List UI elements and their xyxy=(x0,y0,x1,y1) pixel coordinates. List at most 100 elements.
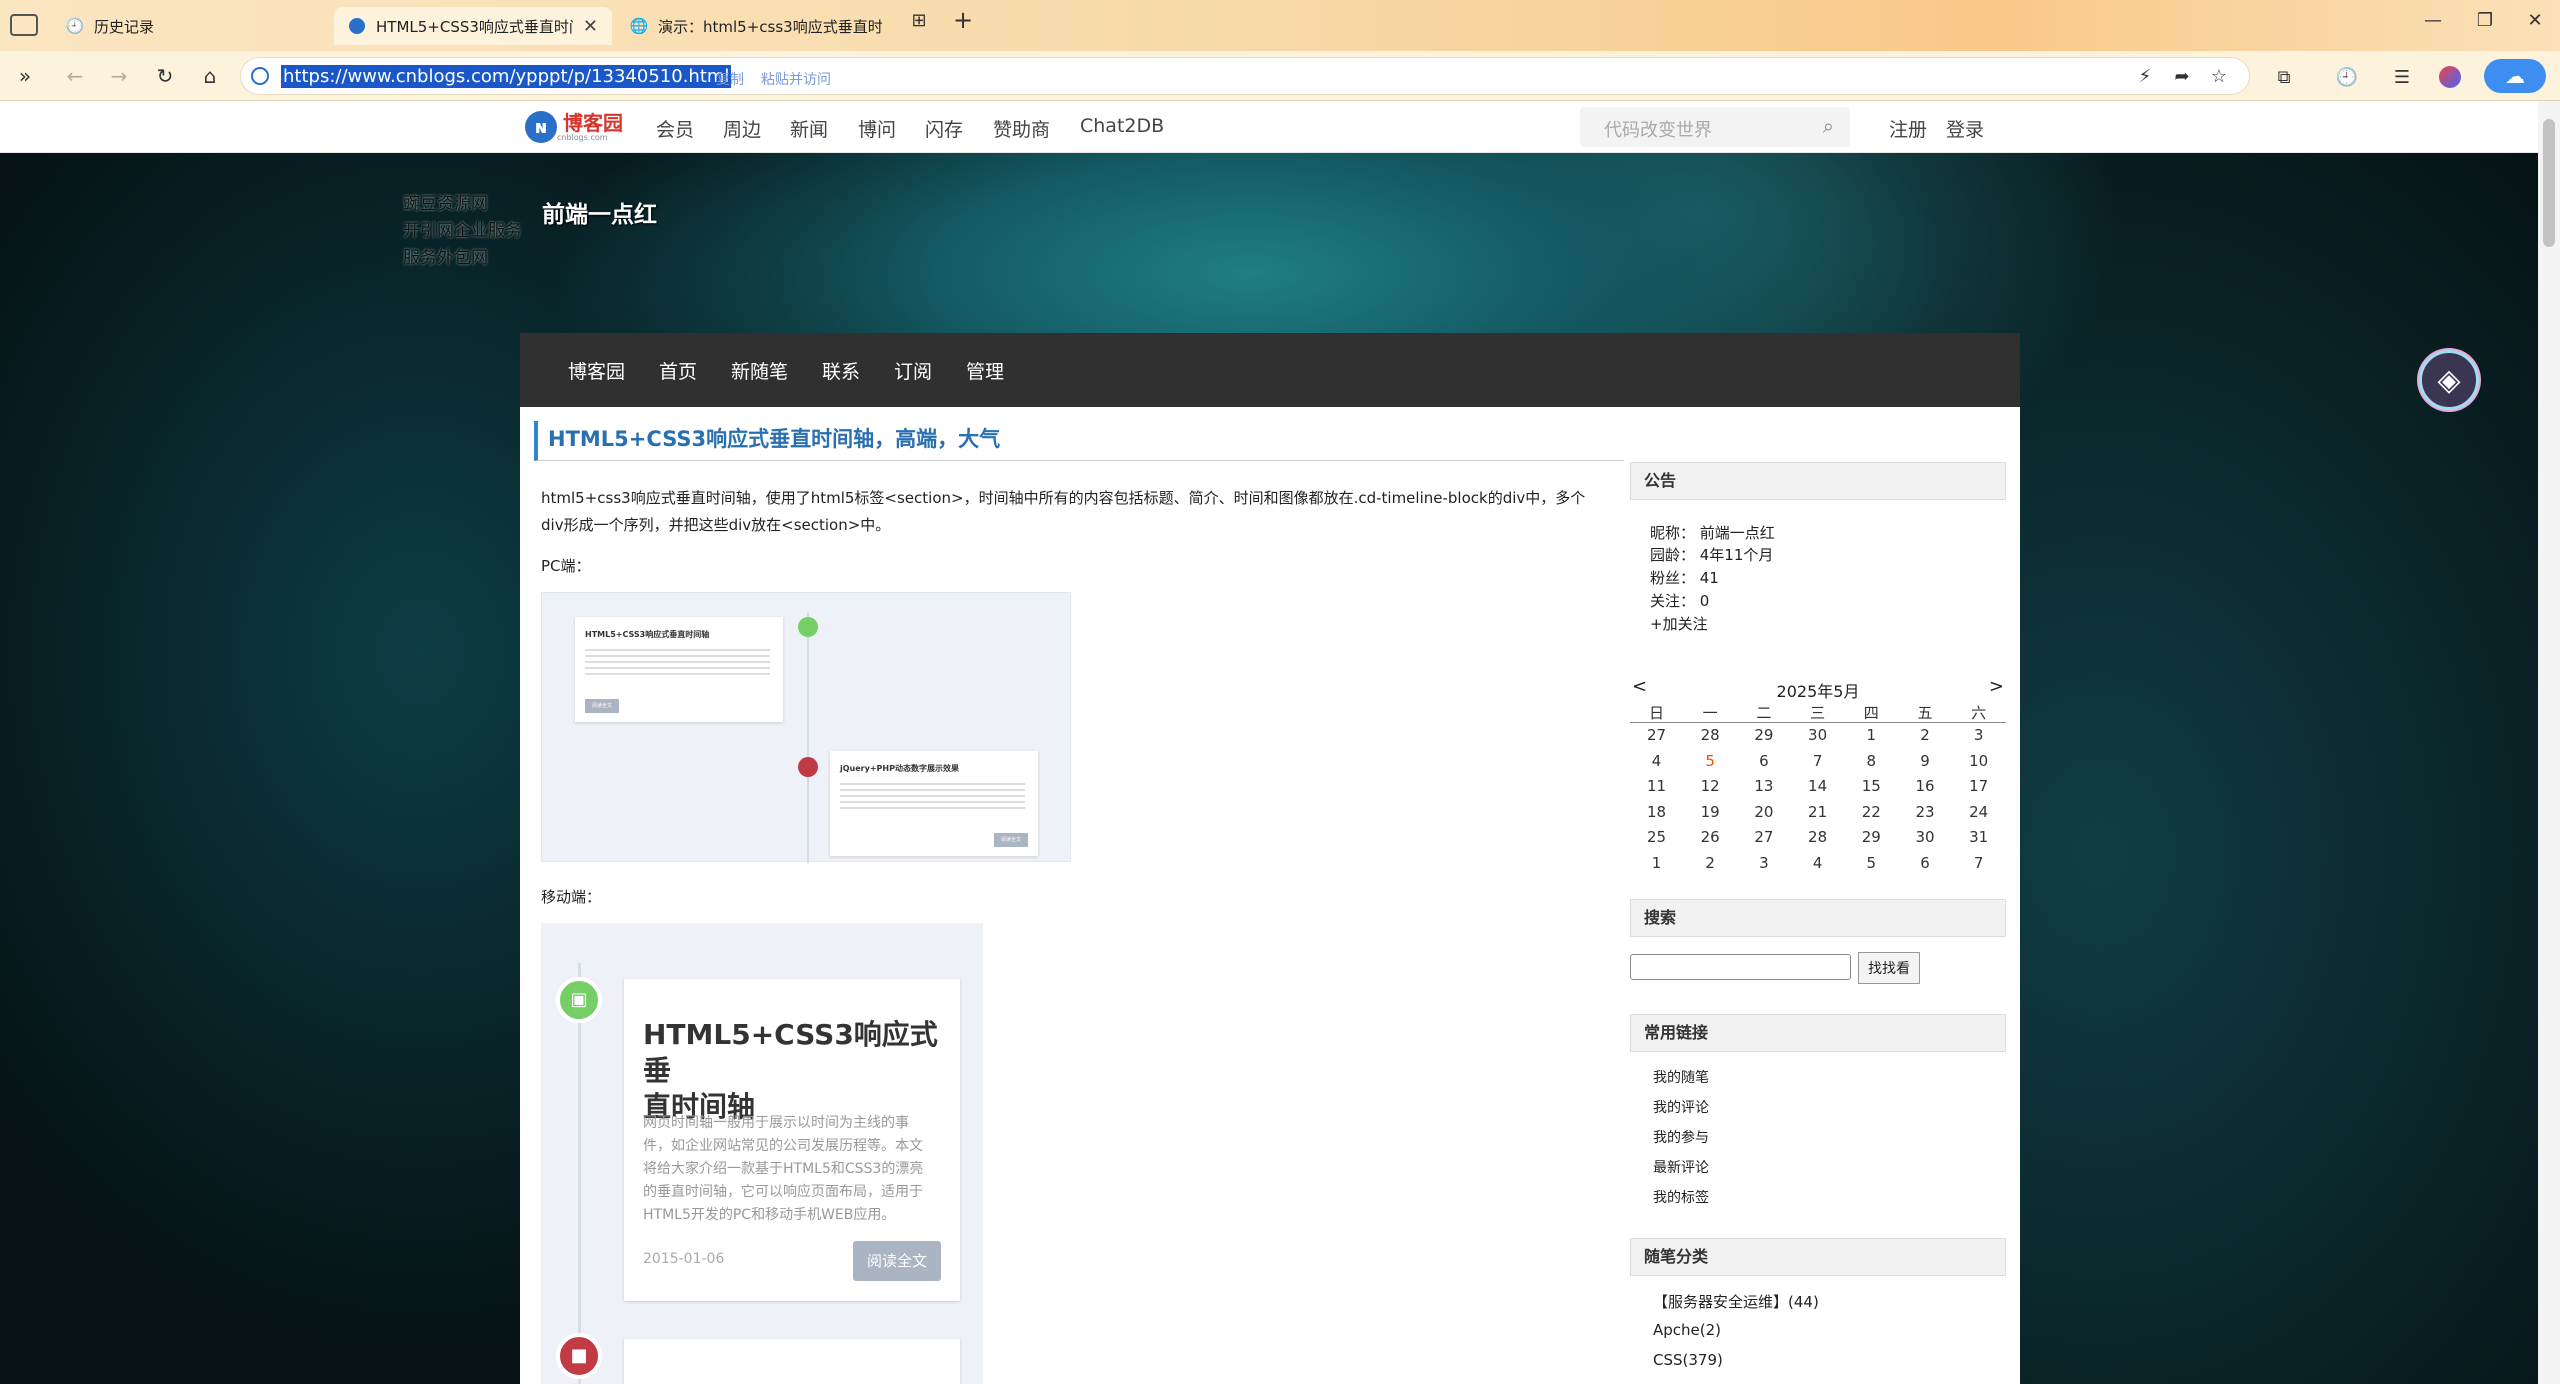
calendar-day[interactable]: 25 xyxy=(1630,828,1683,846)
calendar-day[interactable]: 1 xyxy=(1630,854,1683,872)
cloud-icon[interactable]: ☁ xyxy=(2484,59,2546,93)
link-my-participation[interactable]: 我的参与 xyxy=(1653,1127,1709,1147)
paste-visit-button[interactable]: 粘贴并访问 xyxy=(761,69,831,89)
reload-icon[interactable]: ↻ xyxy=(150,61,180,91)
link-my-posts[interactable]: 我的随笔 xyxy=(1653,1067,1709,1087)
blog-nav-subscribe[interactable]: 订阅 xyxy=(894,357,932,384)
follow-link[interactable]: +加关注 xyxy=(1650,613,1708,634)
calendar-day[interactable]: 20 xyxy=(1737,803,1790,821)
sidebar-toggle-icon[interactable] xyxy=(10,14,38,36)
link-latest-comments[interactable]: 最新评论 xyxy=(1653,1157,1709,1177)
url-bar[interactable]: https://www.cnblogs.com/ypppt/p/13340510… xyxy=(240,57,2250,95)
lightning-icon[interactable]: ⚡ xyxy=(2131,62,2159,90)
calendar-next-arrow[interactable]: > xyxy=(1989,676,2004,697)
category-item[interactable]: CSS(379) xyxy=(1653,1351,1723,1369)
url-text[interactable]: https://www.cnblogs.com/ypppt/p/13340510… xyxy=(281,65,732,88)
calendar-day[interactable]: 23 xyxy=(1899,803,1952,821)
extensions-icon[interactable]: ⧉ xyxy=(2270,63,2298,91)
calendar-day[interactable]: 28 xyxy=(1791,828,1844,846)
forward-icon[interactable]: → xyxy=(104,61,134,91)
post-title[interactable]: HTML5+CSS3响应式垂直时间轴，高端，大气 xyxy=(534,421,1624,461)
calendar-day[interactable]: 28 xyxy=(1684,726,1737,744)
register-link[interactable]: 注册 xyxy=(1889,115,1927,142)
calendar-day[interactable]: 4 xyxy=(1791,854,1844,872)
search-icon[interactable]: ⌕ xyxy=(1823,114,1834,138)
blog-nav-admin[interactable]: 管理 xyxy=(966,357,1004,384)
calendar-day[interactable]: 3 xyxy=(1737,854,1790,872)
calendar-day[interactable]: 30 xyxy=(1899,828,1952,846)
calendar-day[interactable]: 3 xyxy=(1952,726,2005,744)
restore-icon[interactable]: ❐ xyxy=(2470,10,2500,31)
site-nav-sponsors[interactable]: 赞助商 xyxy=(993,115,1050,142)
calendar-day[interactable]: 10 xyxy=(1952,752,2005,770)
site-logo[interactable]: ɴ 博客园 cnblogs.com xyxy=(525,111,623,143)
calendar-day[interactable]: 30 xyxy=(1791,726,1844,744)
calendar-day[interactable]: 31 xyxy=(1952,828,2005,846)
calendar-day[interactable]: 29 xyxy=(1845,828,1898,846)
star-icon[interactable]: ☆ xyxy=(2205,62,2233,90)
site-info-icon[interactable] xyxy=(251,67,269,85)
site-search-input[interactable]: 代码改变世界 ⌕ xyxy=(1580,107,1850,147)
calendar-day[interactable]: 14 xyxy=(1791,777,1844,795)
site-nav-members[interactable]: 会员 xyxy=(656,115,694,142)
blog-search-button[interactable]: 找找看 xyxy=(1858,952,1920,984)
calendar-day[interactable]: 8 xyxy=(1845,752,1898,770)
side-link[interactable]: 开引网企业服务 xyxy=(403,218,522,245)
calendar-day[interactable]: 5 xyxy=(1684,752,1737,770)
calendar-day[interactable]: 7 xyxy=(1791,752,1844,770)
close-window-icon[interactable]: ✕ xyxy=(2520,10,2550,31)
blog-nav-home[interactable]: 首页 xyxy=(659,357,697,384)
blog-nav-new-post[interactable]: 新随笔 xyxy=(731,357,788,384)
calendar-day[interactable]: 4 xyxy=(1630,752,1683,770)
blog-nav-contact[interactable]: 联系 xyxy=(822,357,860,384)
calendar-day[interactable]: 27 xyxy=(1737,828,1790,846)
calendar-day[interactable]: 26 xyxy=(1684,828,1737,846)
calendar-day[interactable]: 29 xyxy=(1737,726,1790,744)
calendar-day[interactable]: 18 xyxy=(1630,803,1683,821)
calendar-day[interactable]: 2 xyxy=(1899,726,1952,744)
calendar-day[interactable]: 21 xyxy=(1791,803,1844,821)
side-link[interactable]: 豌豆资源网 xyxy=(403,191,522,218)
calendar-day[interactable]: 7 xyxy=(1952,854,2005,872)
page-scrollbar[interactable] xyxy=(2538,101,2560,1384)
blog-search-input[interactable] xyxy=(1630,954,1851,980)
calendar-day[interactable]: 9 xyxy=(1899,752,1952,770)
site-nav-chat2db[interactable]: Chat2DB xyxy=(1080,115,1164,137)
calendar-day[interactable]: 6 xyxy=(1737,752,1790,770)
link-my-comments[interactable]: 我的评论 xyxy=(1653,1097,1709,1117)
calendar-day[interactable]: 11 xyxy=(1630,777,1683,795)
calendar-day[interactable]: 27 xyxy=(1630,726,1683,744)
history-icon[interactable]: 🕘 xyxy=(2333,63,2361,91)
calendar-day[interactable]: 12 xyxy=(1684,777,1737,795)
calendar-day[interactable]: 16 xyxy=(1899,777,1952,795)
blog-title[interactable]: 前端一点红 xyxy=(542,195,657,229)
calendar-day[interactable]: 1 xyxy=(1845,726,1898,744)
link-my-tags[interactable]: 我的标签 xyxy=(1653,1187,1709,1207)
calendar-day[interactable]: 24 xyxy=(1952,803,2005,821)
tab-current-article[interactable]: HTML5+CSS3响应式垂直时间轴， ✕ xyxy=(334,7,612,45)
floating-assistant-icon[interactable]: ◈ xyxy=(2419,350,2479,410)
site-nav-merch[interactable]: 周边 xyxy=(723,115,761,142)
category-item[interactable]: Apche(2) xyxy=(1653,1321,1721,1339)
profile-icon[interactable] xyxy=(2436,63,2464,91)
category-item[interactable]: 【服务器安全运维】(44) xyxy=(1653,1291,1819,1312)
calendar-day[interactable]: 15 xyxy=(1845,777,1898,795)
calendar-day[interactable]: 22 xyxy=(1845,803,1898,821)
back-icon[interactable]: ← xyxy=(60,61,90,91)
calendar-day[interactable]: 13 xyxy=(1737,777,1790,795)
calendar-day[interactable]: 17 xyxy=(1952,777,2005,795)
login-link[interactable]: 登录 xyxy=(1946,115,1984,142)
site-nav-questions[interactable]: 博问 xyxy=(858,115,896,142)
site-nav-flash[interactable]: 闪存 xyxy=(925,115,963,142)
calendar-day[interactable]: 2 xyxy=(1684,854,1737,872)
calendar-day[interactable]: 6 xyxy=(1899,854,1952,872)
tab-demo[interactable]: 🌐 演示：html5+css3响应式垂直时 xyxy=(616,7,896,45)
share-icon[interactable]: ➦ xyxy=(2168,62,2196,90)
side-link[interactable]: 服务外包网 xyxy=(403,245,522,272)
sidebar-expand-icon[interactable]: » xyxy=(10,61,40,91)
tab-history[interactable]: 🕘 历史记录 xyxy=(52,7,332,45)
home-icon[interactable]: ⌂ xyxy=(195,61,225,91)
menu-icon[interactable]: ☰ xyxy=(2388,63,2416,91)
site-nav-news[interactable]: 新闻 xyxy=(790,115,828,142)
calendar-day[interactable]: 19 xyxy=(1684,803,1737,821)
